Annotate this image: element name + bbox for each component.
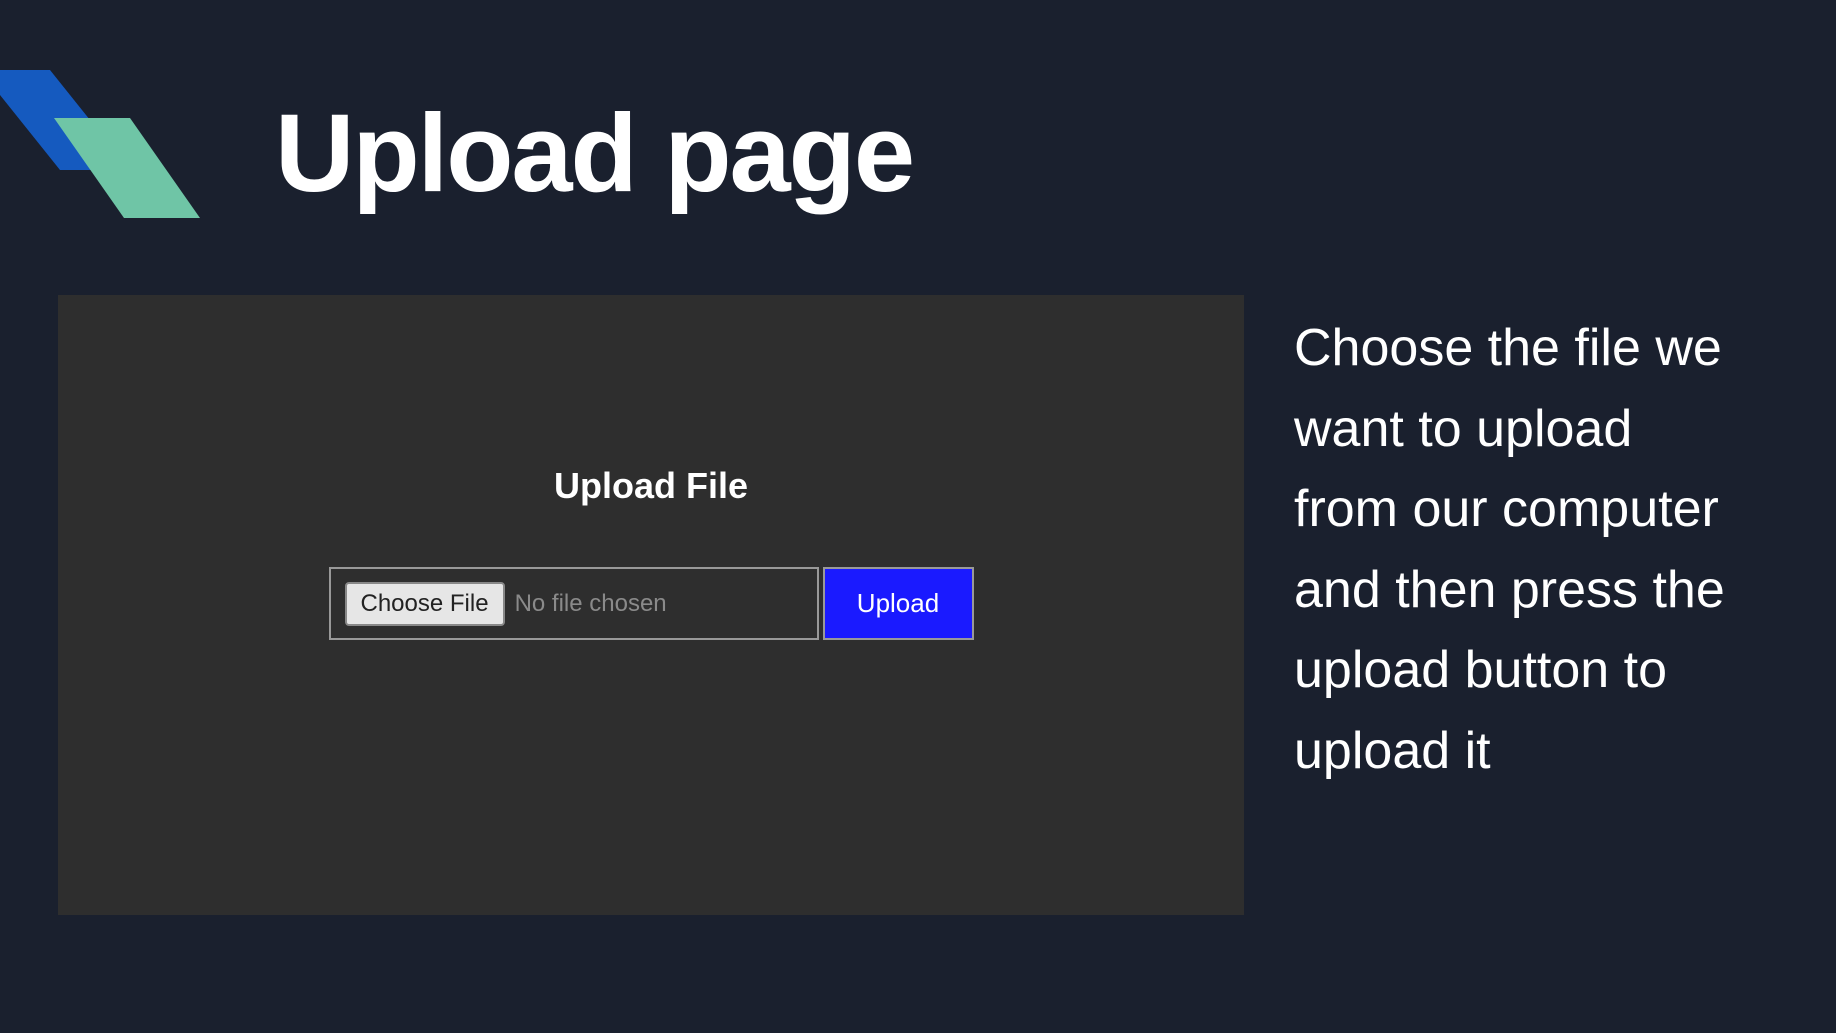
upload-controls-row: Choose File No file chosen Upload xyxy=(329,567,974,640)
description-text: Choose the file we want to upload from o… xyxy=(1294,308,1734,792)
upload-screenshot-panel: Upload File Choose File No file chosen U… xyxy=(58,295,1244,915)
logo-decoration-icon xyxy=(0,70,220,270)
page-title: Upload page xyxy=(275,90,913,217)
file-input-container[interactable]: Choose File No file chosen xyxy=(329,567,819,640)
panel-heading: Upload File xyxy=(554,465,748,507)
choose-file-button[interactable]: Choose File xyxy=(345,582,505,626)
upload-button[interactable]: Upload xyxy=(823,567,974,640)
file-status-text: No file chosen xyxy=(515,590,667,618)
